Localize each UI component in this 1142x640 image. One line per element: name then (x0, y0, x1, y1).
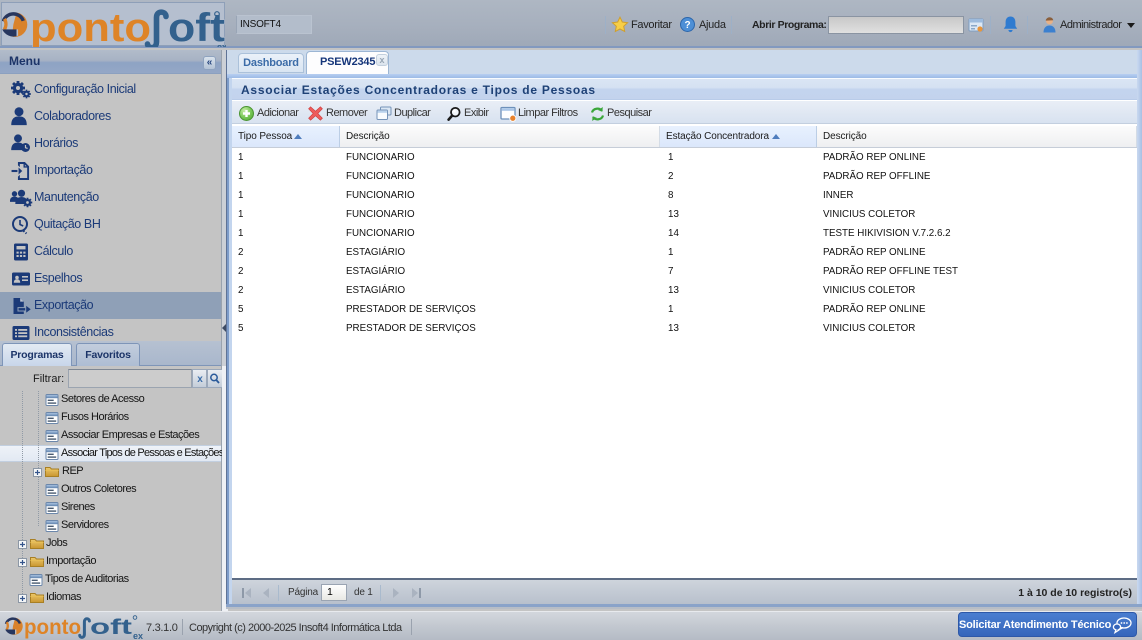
svg-text:?: ? (684, 20, 690, 31)
svg-text:ex: ex (217, 42, 226, 47)
svg-text:ponto: ponto (24, 616, 81, 639)
svg-text:x: x (197, 374, 203, 385)
svg-text:oft: oft (90, 616, 132, 639)
svg-text:ex: ex (133, 631, 143, 640)
svg-text:ponto: ponto (30, 6, 151, 47)
